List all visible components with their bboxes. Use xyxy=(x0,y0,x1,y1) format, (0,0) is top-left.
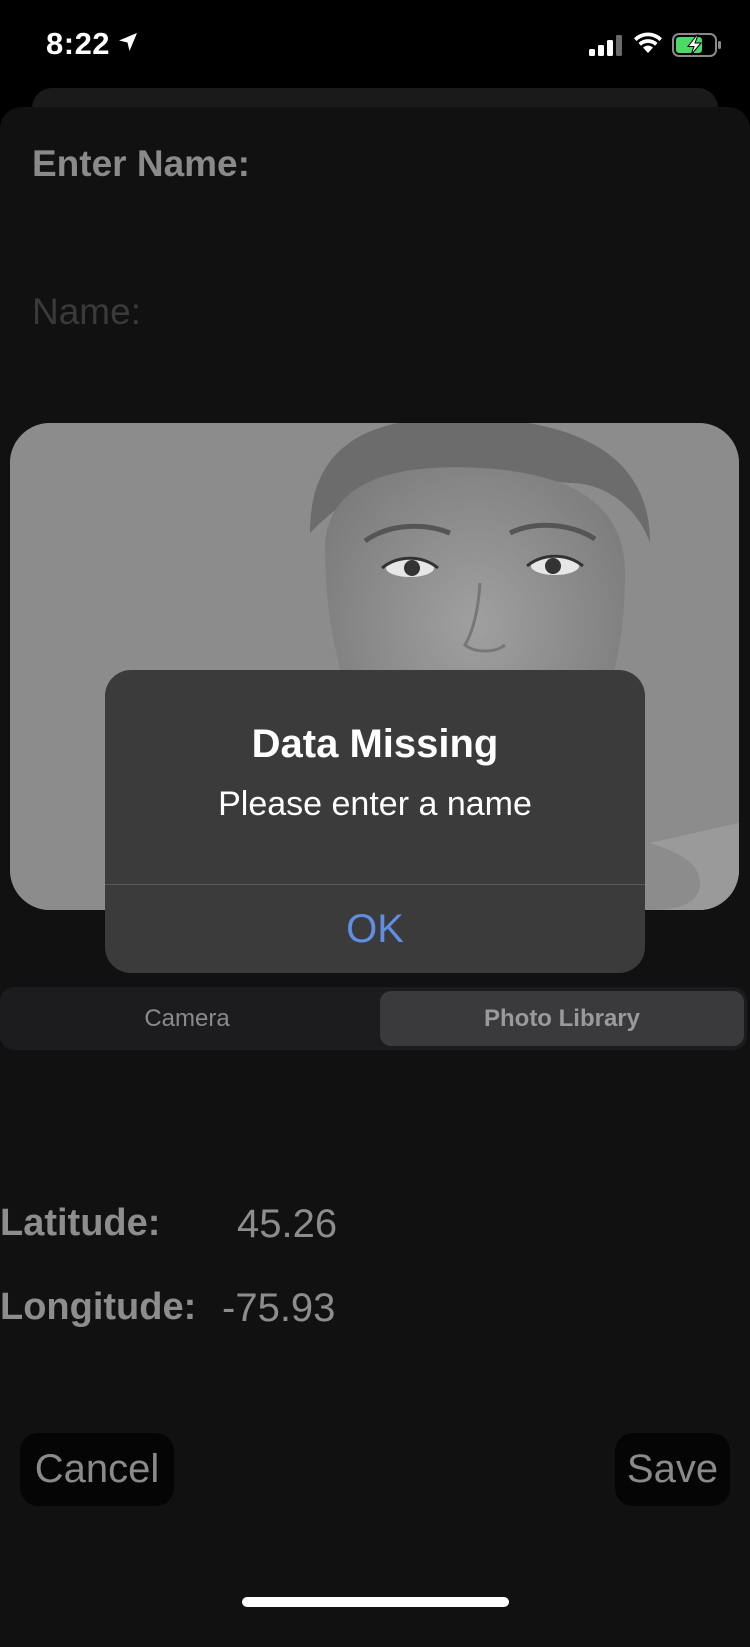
segment-photo-library[interactable]: Photo Library xyxy=(380,991,744,1046)
segment-camera[interactable]: Camera xyxy=(4,991,370,1046)
alert-message: Please enter a name xyxy=(218,785,532,823)
alert-title: Data Missing xyxy=(251,722,499,766)
save-button[interactable]: Save xyxy=(615,1433,730,1506)
home-indicator[interactable] xyxy=(242,1597,509,1607)
source-segmented-control: Camera Photo Library xyxy=(0,987,747,1050)
status-time: 8:22 xyxy=(46,26,111,61)
name-input[interactable] xyxy=(32,282,712,342)
longitude-value: -75.93 xyxy=(222,1286,336,1330)
cellular-signal-icon xyxy=(589,34,623,61)
cancel-button[interactable]: Cancel xyxy=(20,1433,174,1506)
status-bar: 8:22 xyxy=(0,0,750,92)
ok-button[interactable]: OK xyxy=(105,885,645,973)
latitude-value: 45.26 xyxy=(237,1202,338,1246)
latitude-label: Latitude: xyxy=(0,1202,161,1244)
enter-name-heading: Enter Name: xyxy=(32,143,250,184)
location-arrow-icon xyxy=(118,32,138,57)
longitude-label: Longitude: xyxy=(0,1286,197,1328)
battery-charging-icon xyxy=(672,33,722,62)
wifi-icon xyxy=(632,30,664,59)
